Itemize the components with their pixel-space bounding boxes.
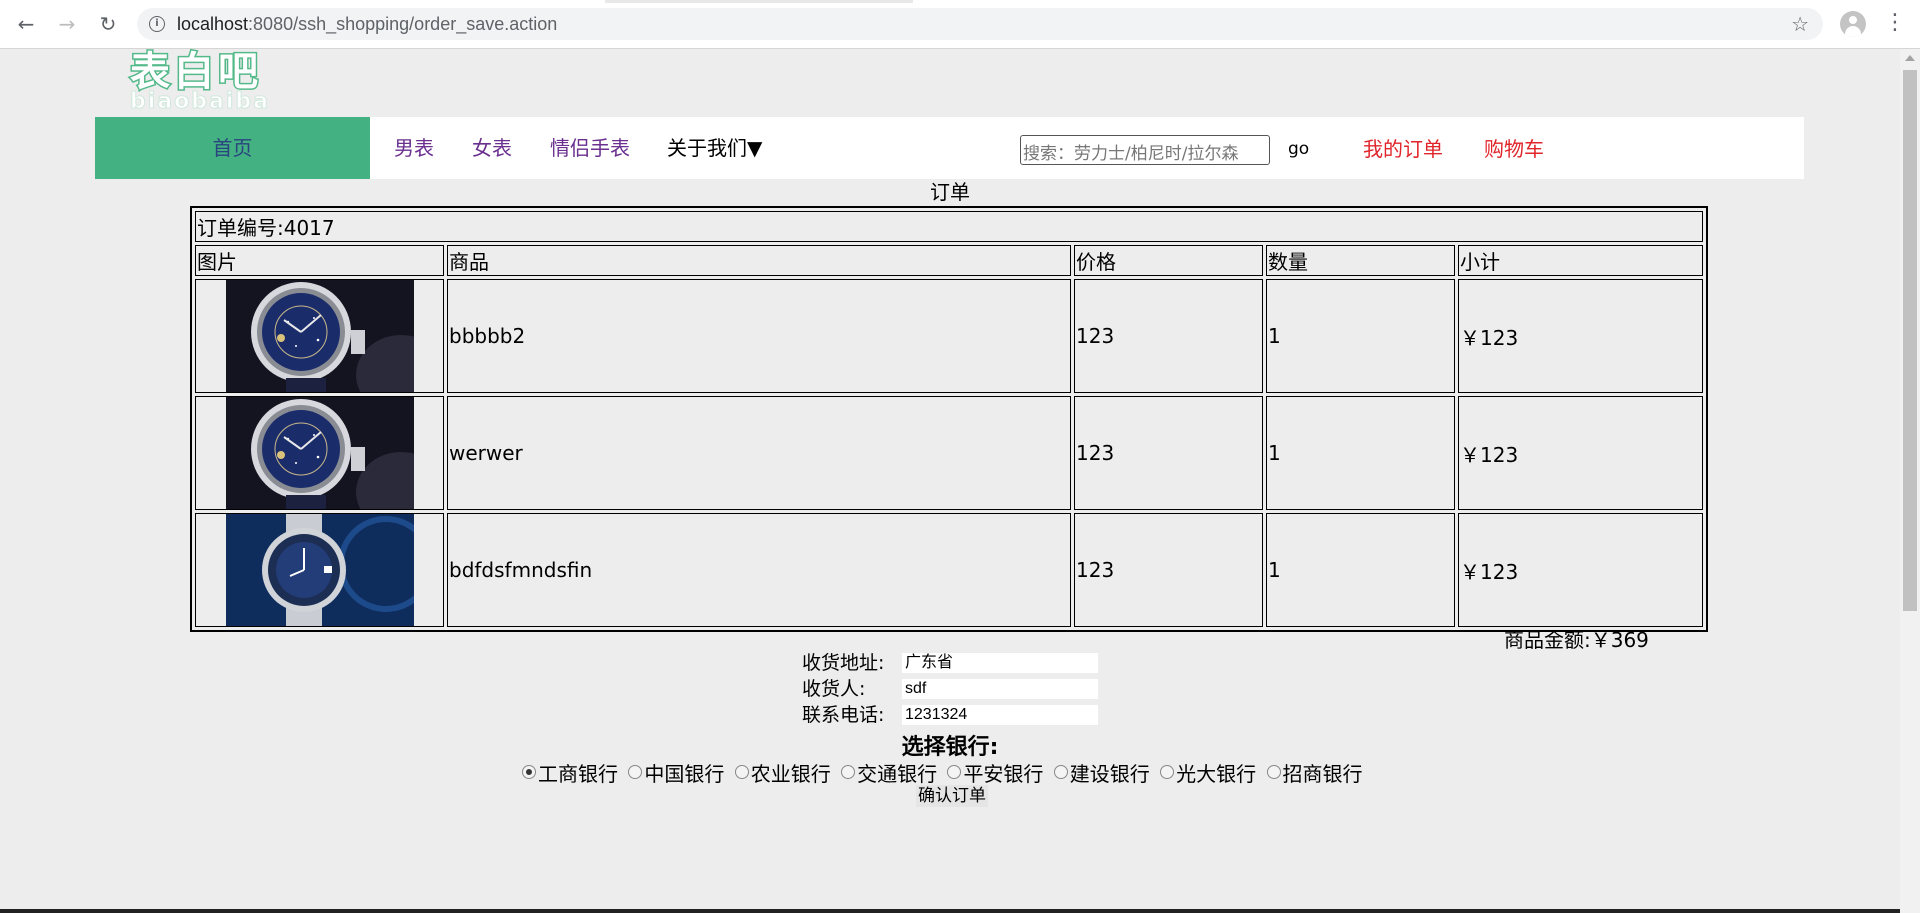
- address-bar[interactable]: i localhost:8080/ssh_shopping/order_save…: [137, 8, 1823, 40]
- product-quantity: 1: [1266, 396, 1455, 510]
- bank-option[interactable]: 光大银行: [1160, 758, 1256, 787]
- bank-option[interactable]: 中国银行: [628, 758, 724, 787]
- bank-option[interactable]: 招商银行: [1266, 758, 1363, 787]
- bank-option[interactable]: 交通银行: [841, 758, 937, 787]
- product-subtotal: ￥123: [1458, 513, 1703, 627]
- header-quantity: 数量: [1266, 245, 1455, 276]
- bank-title: 选择银行:: [901, 735, 999, 760]
- table-row: bbbbb2 123 1 ￥123: [195, 279, 1703, 393]
- main-navigation: 首页 男表 女表 情侣手表 关于我们▼ 搜索：劳力士/柏尼时/拉尔森 go 我的…: [95, 117, 1804, 179]
- radio-icon[interactable]: [734, 765, 749, 779]
- bank-options: 工商银行 中国银行 农业银行 交通银行 平安银行 建设银行 光大银行 招商银行: [522, 758, 1367, 787]
- bank-option[interactable]: 平安银行: [947, 758, 1043, 787]
- product-subtotal: ￥123: [1458, 396, 1703, 510]
- address-label: 收货地址:: [802, 652, 885, 674]
- address-input[interactable]: 广东省: [902, 653, 1098, 673]
- browser-toolbar: ← → ↻ i localhost:8080/ssh_shopping/orde…: [0, 0, 1920, 49]
- site-logo[interactable]: 表白吧 biaobaiba: [129, 49, 340, 114]
- product-watch-image[interactable]: [225, 514, 414, 626]
- product-name[interactable]: bdfdsfmndsfin: [447, 513, 1071, 627]
- product-image-cell: [195, 396, 444, 510]
- url-text: localhost:8080/ssh_shopping/order_save.a…: [177, 14, 557, 35]
- nav-women-watches[interactable]: 女表: [472, 117, 512, 179]
- receiver-input[interactable]: sdf: [902, 679, 1098, 699]
- product-name[interactable]: werwer: [447, 396, 1071, 510]
- order-total: 商品金额:￥369: [1504, 628, 1649, 652]
- bank-label: 工商银行: [538, 762, 618, 786]
- search-input[interactable]: 搜索：劳力士/柏尼时/拉尔森: [1020, 135, 1270, 165]
- order-title: 订单: [930, 180, 970, 204]
- phone-label: 联系电话:: [802, 704, 885, 726]
- phone-input[interactable]: 1231324: [902, 705, 1098, 725]
- back-arrow-icon[interactable]: ←: [14, 12, 38, 36]
- header-price: 价格: [1074, 245, 1263, 276]
- product-quantity: 1: [1266, 513, 1455, 627]
- order-table: 订单编号:4017 图片 商品 价格 数量 小计 bbbbb2 123 1 ￥1…: [190, 206, 1708, 632]
- bank-option[interactable]: 建设银行: [1053, 758, 1150, 787]
- radio-icon[interactable]: [947, 765, 962, 779]
- page-scrollbar[interactable]: [1900, 49, 1920, 913]
- bottom-edge: [0, 909, 1900, 913]
- bank-label: 平安银行: [963, 762, 1044, 786]
- info-icon[interactable]: i: [149, 16, 165, 32]
- reload-icon[interactable]: ↻: [96, 12, 120, 36]
- bank-option[interactable]: 农业银行: [734, 758, 831, 787]
- bank-label: 农业银行: [750, 762, 831, 786]
- bank-label: 建设银行: [1069, 762, 1150, 786]
- scroll-up-arrow-icon[interactable]: [1905, 55, 1915, 61]
- product-quantity: 1: [1266, 279, 1455, 393]
- logo-subtext: biaobaiba: [130, 89, 270, 114]
- nav-home[interactable]: 首页: [95, 117, 370, 179]
- nav-my-orders[interactable]: 我的订单: [1363, 117, 1443, 181]
- bank-label: 交通银行: [857, 762, 938, 786]
- radio-icon[interactable]: [1160, 765, 1175, 779]
- bank-label: 光大银行: [1176, 762, 1257, 786]
- scrollbar-thumb[interactable]: [1903, 70, 1917, 611]
- phone-row: 联系电话: 1231324: [802, 703, 1098, 727]
- radio-icon[interactable]: [628, 765, 643, 779]
- bank-label: 中国银行: [644, 762, 725, 786]
- bank-option[interactable]: 工商银行: [522, 758, 618, 787]
- radio-icon[interactable]: [841, 765, 856, 779]
- receiver-label: 收货人:: [802, 678, 866, 700]
- active-tab-indicator: [605, 0, 913, 3]
- product-name[interactable]: bbbbb2: [447, 279, 1071, 393]
- browser-menu-icon[interactable]: ⋮: [1884, 10, 1906, 36]
- radio-selected-icon[interactable]: [522, 765, 536, 779]
- profile-avatar-icon[interactable]: [1840, 11, 1866, 37]
- header-product: 商品: [447, 245, 1071, 276]
- table-row: werwer 123 1 ￥123: [195, 396, 1703, 510]
- order-number-row: 订单编号:4017: [195, 211, 1703, 242]
- bank-label: 招商银行: [1282, 762, 1363, 786]
- order-number: 订单编号:4017: [195, 211, 1703, 242]
- bookmark-star-icon[interactable]: ☆: [1791, 12, 1809, 36]
- product-image-cell: [195, 513, 444, 627]
- receiver-row: 收货人: sdf: [802, 677, 1098, 701]
- url-path: :8080/ssh_shopping/order_save.action: [248, 14, 558, 34]
- confirm-order-button[interactable]: 确认订单: [916, 785, 988, 807]
- product-subtotal: ￥123: [1458, 279, 1703, 393]
- nav-couple-watches[interactable]: 情侣手表: [550, 117, 630, 179]
- logo-text: 表白吧: [129, 49, 262, 95]
- table-row: bdfdsfmndsfin 123 1 ￥123: [195, 513, 1703, 627]
- nav-men-watches[interactable]: 男表: [394, 117, 434, 179]
- header-subtotal: 小计: [1458, 245, 1703, 276]
- product-price: 123: [1074, 513, 1263, 627]
- product-watch-image[interactable]: [225, 280, 414, 392]
- product-price: 123: [1074, 396, 1263, 510]
- table-header-row: 图片 商品 价格 数量 小计: [195, 245, 1703, 276]
- product-image-cell: [195, 279, 444, 393]
- nav-about-dropdown[interactable]: 关于我们▼: [667, 117, 762, 179]
- product-watch-image[interactable]: [225, 397, 414, 509]
- url-host: localhost: [177, 14, 249, 34]
- header-image: 图片: [195, 245, 444, 276]
- forward-arrow-icon[interactable]: →: [55, 12, 79, 36]
- nav-cart[interactable]: 购物车: [1484, 117, 1544, 181]
- radio-icon[interactable]: [1053, 765, 1068, 779]
- radio-icon[interactable]: [1266, 765, 1281, 779]
- search-go-button[interactable]: go: [1288, 117, 1309, 181]
- address-row: 收货地址: 广东省: [802, 651, 1098, 675]
- product-price: 123: [1074, 279, 1263, 393]
